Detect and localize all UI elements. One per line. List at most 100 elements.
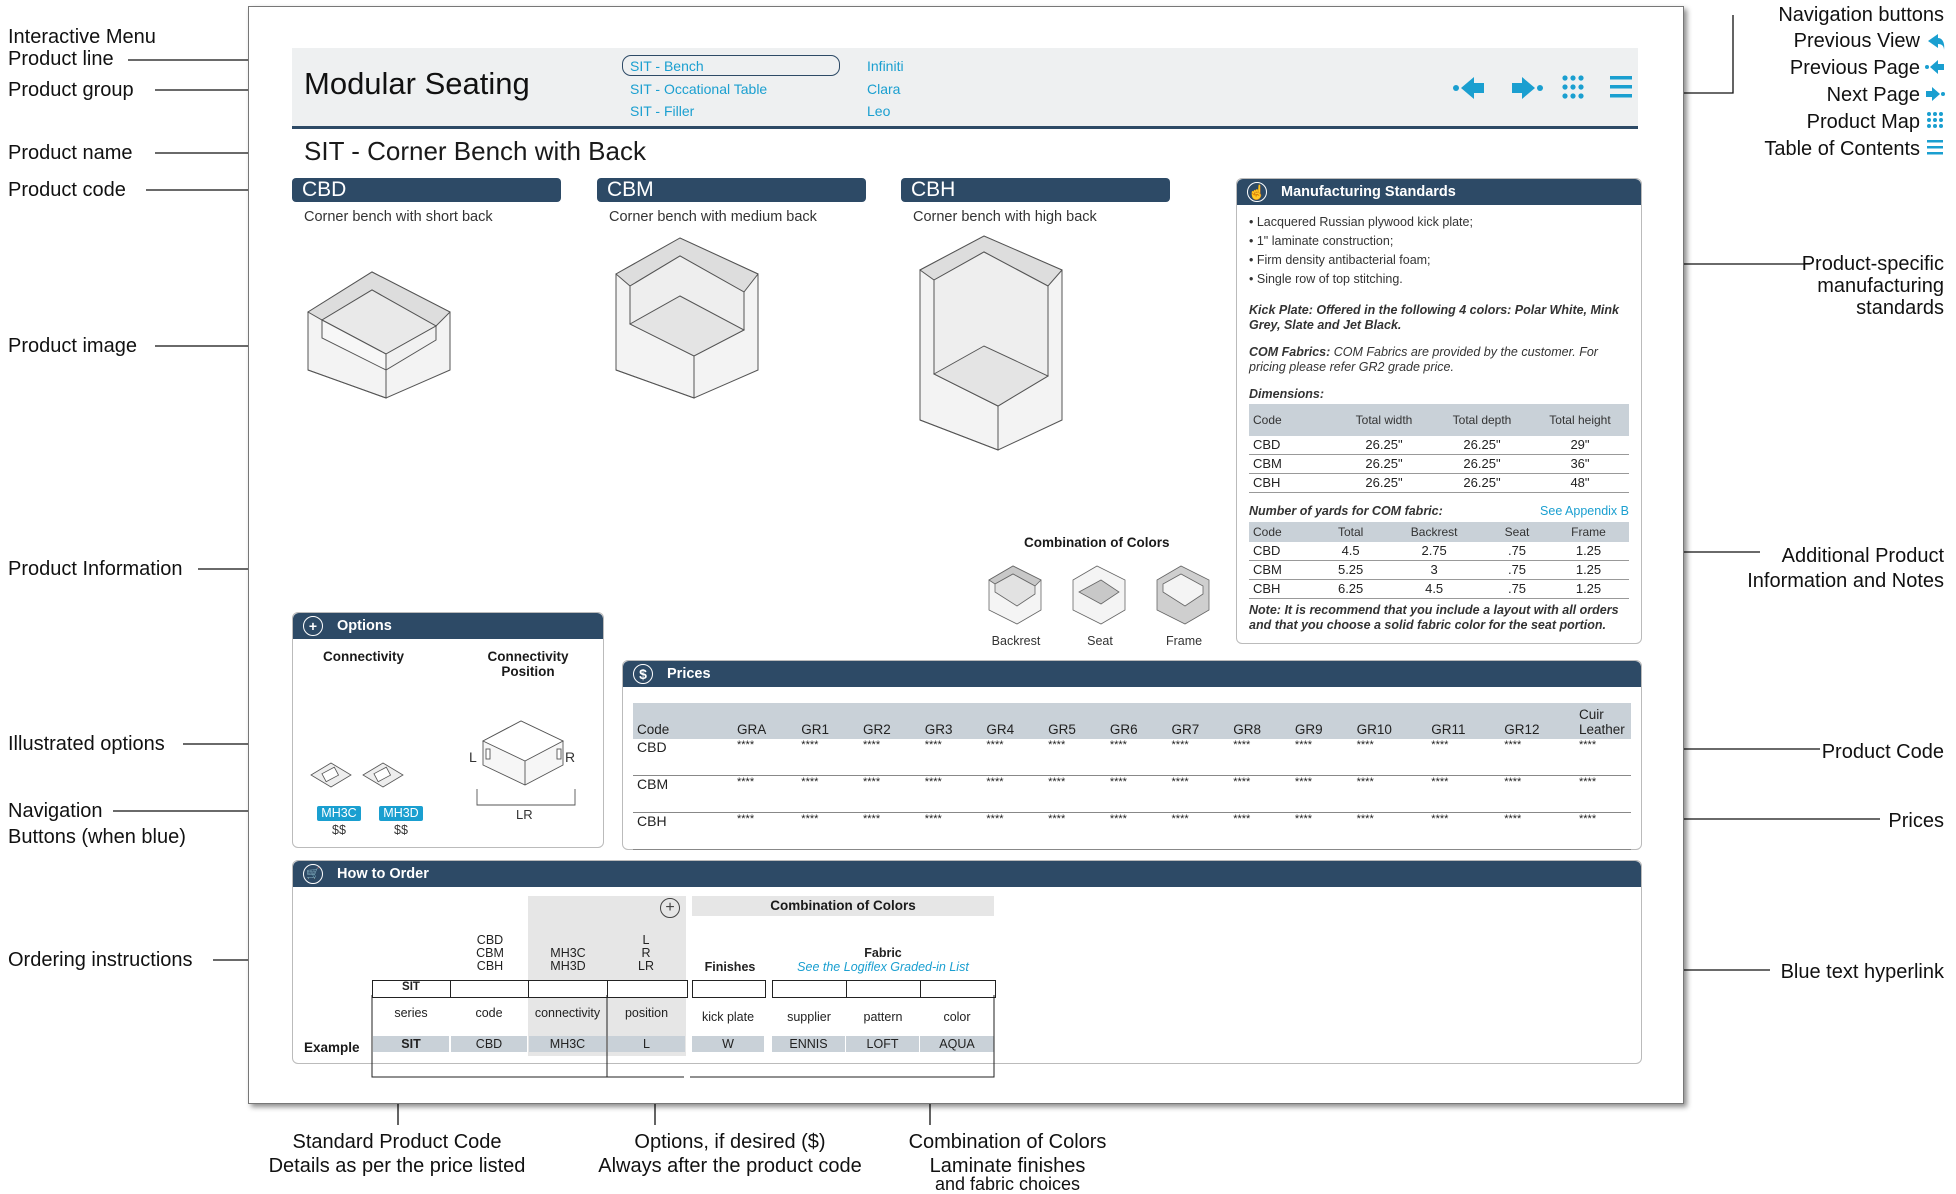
how-to-order-header: 🛒 How to Order <box>293 861 1641 887</box>
options-title: Options <box>337 618 392 634</box>
callout-navigation: Navigation <box>8 800 103 822</box>
callout-product-map: Product Map <box>1806 111 1920 133</box>
menu-item-infiniti[interactable]: Infiniti <box>867 58 904 74</box>
callout-std-2: Details as per the price listed <box>268 1155 526 1177</box>
callout-additional-2: Information and Notes <box>1747 570 1944 592</box>
callout-previous-view: Previous View <box>1793 30 1920 52</box>
see-appendix-b-link[interactable]: See Appendix B <box>1540 504 1629 518</box>
previous-page-icon <box>1925 60 1944 74</box>
dims-header: Total depth <box>1433 404 1531 436</box>
product-image-cbh <box>919 235 1063 451</box>
menu-item-sit-bench[interactable]: SIT - Bench <box>630 58 704 74</box>
next-page-icon <box>1926 87 1945 101</box>
header-nav-buttons <box>1453 75 1632 99</box>
callout-next-page: Next Page <box>1826 84 1920 106</box>
menu-item-clara[interactable]: Clara <box>867 81 900 97</box>
product-map-icon <box>1927 112 1943 128</box>
previous-page-button[interactable] <box>1453 77 1484 99</box>
product-group-title: Modular Seating <box>304 66 530 101</box>
menu-item-sit-occational-table[interactable]: SIT - Occational Table <box>630 81 767 97</box>
dollar-icon: $ <box>633 664 653 684</box>
add-option-icon: + <box>660 898 680 918</box>
order-combo-title: Combination of Colors <box>692 896 994 916</box>
callout-nav-buttons-title: Navigation buttons <box>1778 4 1944 26</box>
previous-view-icon <box>1928 34 1945 50</box>
callout-product-image: Product image <box>8 335 137 357</box>
callout-product-name: Product name <box>8 142 133 164</box>
yards-title: Number of yards for COM fabric: <box>1249 504 1443 518</box>
thumbs-up-icon: ☝ <box>1247 182 1267 202</box>
combo-label-frame: Frame <box>1165 634 1203 648</box>
mfg-bullet: • Lacquered Russian plywood kick plate; <box>1249 215 1473 229</box>
option-price-mh3d: $$ <box>394 823 408 837</box>
menu-item-leo[interactable]: Leo <box>867 103 890 119</box>
prices-header-row: Code GRA GR1 GR2 GR3 GR4 GR5 GR6 GR7 GR8 GR9 GR… <box>633 703 1631 739</box>
product-desc-cbh: Corner bench with high back <box>913 209 1097 225</box>
combo-colors-images <box>988 565 1210 625</box>
callout-product-information: Product Information <box>8 558 183 580</box>
options-panel: + Options Connectivity Connectivity Posit… <box>292 612 604 848</box>
table-row: CBH 26.25" 26.25" 48" <box>1249 473 1629 493</box>
callout-additional-1: Additional Product <box>1781 545 1944 567</box>
table-row: CBH 6.25 4.5.75 1.25 <box>1249 579 1629 599</box>
table-row: CBM 5.25 3.75 1.25 <box>1249 560 1629 580</box>
option-price-mh3c: $$ <box>332 823 346 837</box>
callout-nav-buttons: Buttons (when blue) <box>8 826 186 848</box>
dims-header: Total width <box>1335 404 1433 436</box>
cart-icon: 🛒 <box>303 864 323 884</box>
product-code-cbd: CBD <box>292 178 561 202</box>
order-pos-options: L R LR <box>638 933 654 973</box>
product-map-button[interactable] <box>1562 75 1584 99</box>
manufacturing-header: ☝ Manufacturing Standards <box>1237 179 1641 205</box>
order-conn-options: MH3C MH3D <box>550 946 586 973</box>
order-example-label: Example <box>304 1040 360 1055</box>
callout-illustrated-options: Illustrated options <box>8 733 165 755</box>
connectivity-position-label: Connectivity Position <box>487 649 569 679</box>
mfg-bullet: • Firm density antibacterial foam; <box>1249 253 1431 267</box>
callout-prices: Prices <box>1888 810 1944 832</box>
callout-opt-2: Always after the product code <box>598 1155 862 1177</box>
option-button-mh3d[interactable]: MH3D <box>379 806 423 821</box>
callout-product-code-right: Product Code <box>1821 741 1944 763</box>
callout-blue-link: Blue text hyperlink <box>1780 961 1944 983</box>
logiflex-graded-in-list-link[interactable]: See the Logiflex Graded-in List <box>772 960 994 974</box>
order-code-options: CBD CBM CBH <box>476 933 504 973</box>
dimensions-table: Code Total width Total depth Total heigh… <box>1249 404 1629 493</box>
prices-title: Prices <box>667 666 711 682</box>
callout-ordering-instructions: Ordering instructions <box>8 949 193 971</box>
combo-seat-icon <box>1072 565 1126 625</box>
kick-plate-note: Kick Plate: Offered in the following 4 c… <box>1249 303 1619 332</box>
nav-legend-icons <box>1925 34 1945 155</box>
next-page-button[interactable] <box>1512 77 1543 99</box>
connectivity-connector-images <box>310 762 404 788</box>
how-to-order-title: How to Order <box>337 866 429 882</box>
menu-item-sit-filler[interactable]: SIT - Filler <box>630 103 694 119</box>
product-name: SIT - Corner Bench with Back <box>304 136 646 166</box>
callout-mfg-2: manufacturing <box>1817 275 1944 297</box>
combo-label-backrest: Backrest <box>991 634 1041 648</box>
dims-header: Code <box>1249 404 1335 436</box>
plus-icon: + <box>303 616 323 636</box>
com-yards-table: Code Total Backrest Seat Frame CBD 4.5 2.7… <box>1249 522 1629 599</box>
table-row: CBH **** **** **** **** **** **** **** **** **… <box>633 812 1631 850</box>
layout-note: Note: It is recommend that you include a… <box>1249 603 1619 632</box>
option-button-mh3c[interactable]: MH3C <box>317 806 361 821</box>
connectivity-label: Connectivity <box>323 649 405 664</box>
com-fabrics-note: COM Fabrics: COM Fabrics are provided by… <box>1249 345 1598 374</box>
order-fabric-label: Fabric <box>864 946 902 960</box>
table-row: CBD **** **** **** **** **** **** **** **** **… <box>633 739 1631 776</box>
prices-panel: $ Prices Code GRA GR1 GR2 GR3 GR4 GR5 GR6 GR7… <box>622 660 1642 850</box>
callout-previous-page: Previous Page <box>1789 57 1920 79</box>
prices-table: Code GRA GR1 GR2 GR3 GR4 GR5 GR6 GR7 GR8 GR9 GR… <box>633 703 1631 850</box>
callout-product-group: Product group <box>8 79 134 101</box>
product-image-cbd <box>307 271 451 399</box>
callout-toc: Table of Contents <box>1764 138 1920 160</box>
options-header: + Options <box>293 613 603 639</box>
order-series-value: SIT <box>402 981 420 993</box>
product-desc-cbm: Corner bench with medium back <box>609 209 817 225</box>
toc-button[interactable] <box>1610 76 1632 98</box>
position-right-label: R <box>565 749 576 765</box>
manufacturing-title: Manufacturing Standards <box>1281 184 1456 200</box>
callout-std-1: Standard Product Code <box>292 1131 502 1153</box>
product-code-cbh: CBH <box>901 178 1170 202</box>
